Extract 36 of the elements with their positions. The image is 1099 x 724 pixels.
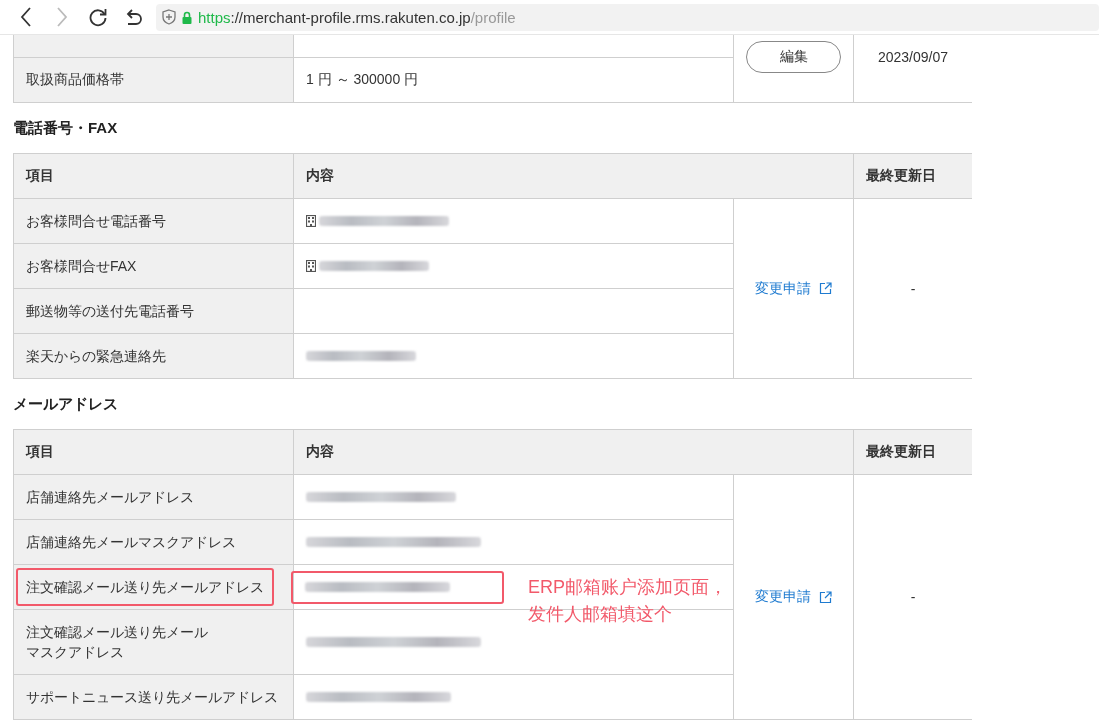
column-header: 内容 — [294, 154, 853, 198]
external-link-icon — [819, 590, 832, 604]
section-heading: メールアドレス — [13, 393, 119, 414]
shield-icon — [162, 9, 176, 25]
table-cell: お客様問合せ電話番号 — [14, 199, 293, 243]
table-cell: - — [854, 199, 972, 378]
table-cell: - — [854, 475, 972, 719]
edit-button[interactable]: 編集 — [746, 41, 841, 73]
table-cell: 店舗連絡先メールアドレス — [14, 475, 293, 519]
table-cell: 2023/09/07 — [854, 35, 972, 102]
column-header: 最終更新日 — [854, 430, 972, 474]
column-header: 内容 — [294, 430, 853, 474]
change-request-link[interactable]: 変更申請 — [755, 279, 832, 298]
lock-icon — [182, 10, 192, 24]
table-cell: 1 円 ～ 300000 円 — [294, 58, 733, 102]
table-cell: 楽天からの緊急連絡先 — [14, 334, 293, 378]
change-request-link[interactable]: 変更申請 — [755, 588, 832, 606]
chevron-left-icon — [20, 7, 32, 27]
column-header: 項目 — [14, 430, 293, 474]
building-icon — [306, 260, 316, 272]
column-header: 項目 — [14, 154, 293, 198]
column-header: 最終更新日 — [854, 154, 972, 198]
table-cell: お客様問合せFAX — [14, 244, 293, 288]
external-link-icon — [819, 282, 832, 295]
section-heading: 電話番号・FAX — [13, 117, 119, 138]
chevron-right-icon — [56, 7, 68, 27]
undo-icon — [124, 8, 144, 26]
building-icon — [306, 215, 316, 227]
table-cell: 店舗連絡先メールマスクアドレス — [14, 520, 293, 564]
table-cell: サポートニュース送り先メールアドレス — [14, 675, 293, 719]
table-cell: 取扱商品価格帯 — [14, 58, 293, 102]
table-cell: 注文確認メール送り先メール マスクアドレス — [14, 610, 293, 674]
table-cell: 郵送物等の送付先電話番号 — [14, 289, 293, 333]
annotation-text: ERP邮箱账户添加页面， 发件人邮箱填这个 — [528, 576, 727, 626]
reload-icon — [88, 7, 108, 27]
highlighted-label: 注文確認メール送り先メールアドレス — [16, 568, 274, 606]
